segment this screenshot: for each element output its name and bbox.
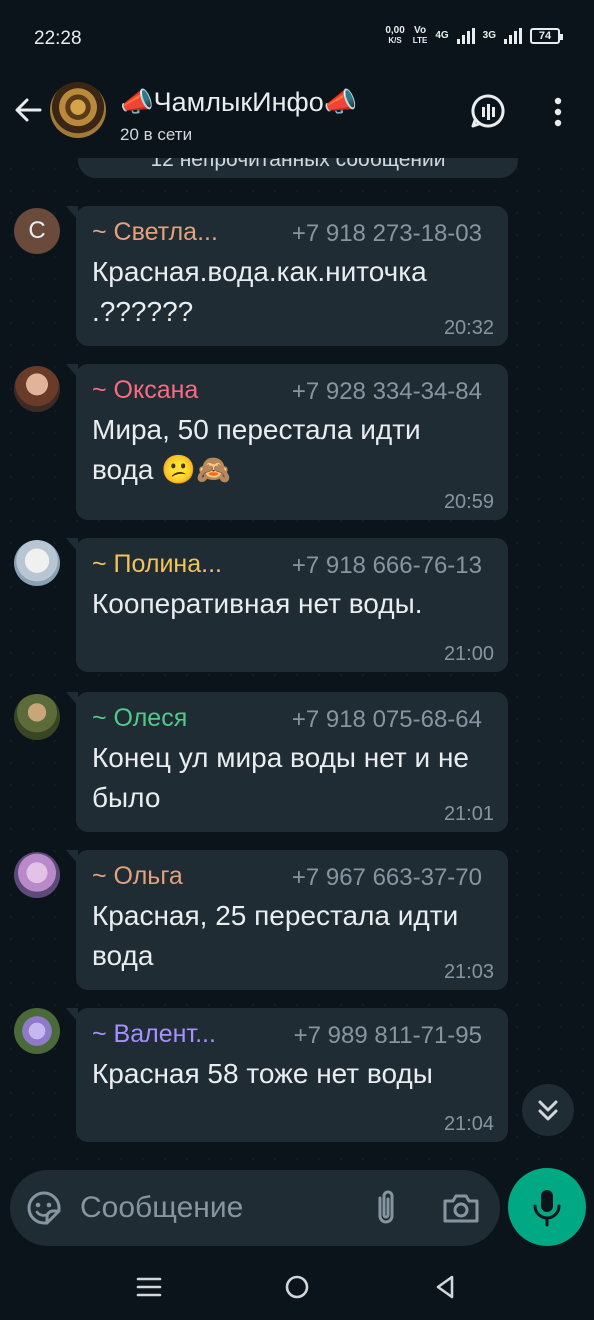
message-bubble[interactable]: ~ Полина... +7 918 666-76-13 Кооперативн… bbox=[66, 538, 508, 672]
more-options-icon[interactable] bbox=[540, 92, 580, 132]
volte-indicator: Vo LTE bbox=[412, 25, 428, 46]
system-nav-bar bbox=[0, 1252, 594, 1320]
signal-icon-2 bbox=[504, 28, 522, 44]
back-button[interactable] bbox=[428, 1270, 462, 1304]
message-time: 21:03 bbox=[443, 961, 494, 983]
unread-messages-banner: 12 непрочитанных сообщений bbox=[78, 158, 518, 178]
sender-phone: +7 989 811-71-95 bbox=[293, 1022, 482, 1049]
paperclip-icon[interactable] bbox=[366, 1186, 406, 1230]
battery-icon: 74 bbox=[530, 28, 563, 44]
network-speed: 0,00 K/S bbox=[385, 25, 405, 46]
message-text: Красная, 25 перестала идти вода bbox=[92, 900, 459, 971]
message-composer bbox=[10, 1170, 500, 1246]
emoji-sticker-icon[interactable] bbox=[24, 1188, 64, 1228]
sender-phone: +7 918 273-18-03 bbox=[291, 220, 482, 247]
message-text: Конец ул мира воды нет и не было bbox=[92, 742, 469, 813]
status-time: 22:28 bbox=[34, 28, 82, 49]
double-chevron-down-icon bbox=[538, 1100, 558, 1121]
message-time: 21:01 bbox=[443, 803, 494, 825]
home-circle-icon bbox=[285, 1275, 309, 1299]
message-bubble[interactable]: ~ Светла... +7 918 273-18-03 Красная.вод… bbox=[66, 206, 508, 346]
chat-subtitle: 20 в сети bbox=[120, 125, 193, 144]
signal-icon bbox=[456, 28, 475, 44]
back-arrow-icon[interactable] bbox=[12, 94, 44, 126]
message-text: Мира, 50 перестала идти вода 😕🙈 bbox=[92, 414, 421, 485]
message-time: 21:00 bbox=[443, 643, 494, 665]
sender-name[interactable]: ~ Ольга bbox=[92, 862, 183, 891]
group-avatar[interactable] bbox=[50, 82, 106, 138]
message-input[interactable] bbox=[80, 1188, 360, 1228]
sender-phone: +7 918 666-76-13 bbox=[291, 552, 482, 579]
battery-level: 74 bbox=[538, 30, 552, 42]
message-text: Красная 58 тоже нет воды bbox=[92, 1058, 433, 1089]
sender-name[interactable]: ~ Валент... bbox=[92, 1020, 216, 1049]
sender-name[interactable]: ~ Олеся bbox=[92, 704, 187, 733]
message-text: Кооперативная нет воды. bbox=[92, 588, 423, 619]
sender-phone: +7 918 075-68-64 bbox=[291, 706, 482, 733]
message-time: 21:04 bbox=[443, 1113, 494, 1135]
chat-header: 📣ЧамлыкИнфо📣 20 в сети bbox=[0, 78, 594, 158]
message-bubble[interactable]: ~ Ольга +7 967 663-37-70 Красная, 25 пер… bbox=[66, 850, 508, 990]
message-bubble[interactable]: ~ Оксана +7 928 334-34-84 Мира, 50 перес… bbox=[66, 364, 508, 520]
sender-name[interactable]: ~ Оксана bbox=[92, 376, 198, 405]
network-type-3g: 3G bbox=[482, 30, 496, 41]
scroll-to-bottom-button[interactable] bbox=[522, 1084, 574, 1136]
recent-apps-button[interactable] bbox=[132, 1270, 166, 1304]
message-bubble[interactable]: ~ Валент... +7 989 811-71-95 Красная 58 … bbox=[66, 1008, 508, 1142]
sender-name[interactable]: ~ Полина... bbox=[92, 550, 222, 579]
status-icons: 0,00 K/S Vo LTE 4G 3G 74 bbox=[385, 25, 563, 46]
sender-avatar[interactable] bbox=[14, 694, 60, 740]
chat-title[interactable]: 📣ЧамлыкИнфо📣 bbox=[120, 86, 357, 118]
status-bar: 22:28 0,00 K/S Vo LTE 4G 3G 74 bbox=[0, 0, 594, 78]
sender-avatar[interactable] bbox=[14, 852, 60, 898]
home-button[interactable] bbox=[280, 1270, 314, 1304]
sender-phone: +7 967 663-37-70 bbox=[291, 864, 482, 891]
voice-chat-button[interactable] bbox=[468, 92, 508, 132]
sender-avatar[interactable]: С bbox=[14, 208, 60, 254]
message-time: 20:59 bbox=[443, 491, 494, 513]
network-type-4g: 4G bbox=[435, 30, 449, 41]
sender-name[interactable]: ~ Светла... bbox=[92, 218, 218, 247]
chat-area[interactable]: 12 непрочитанных сообщений С ~ Светла...… bbox=[0, 158, 594, 1162]
sender-avatar[interactable] bbox=[14, 366, 60, 412]
camera-icon[interactable] bbox=[440, 1188, 482, 1228]
sender-phone: +7 928 334-34-84 bbox=[291, 378, 482, 405]
back-triangle-icon bbox=[436, 1275, 454, 1299]
sender-avatar[interactable] bbox=[14, 540, 60, 586]
sender-avatar[interactable] bbox=[14, 1008, 60, 1054]
message-time: 20:32 bbox=[443, 317, 494, 339]
message-bubble[interactable]: ~ Олеся +7 918 075-68-64 Конец ул мира в… bbox=[66, 692, 508, 832]
message-text: Красная.вода.как.ниточка .?????? bbox=[92, 256, 427, 327]
microphone-icon bbox=[533, 1190, 561, 1227]
microphone-button[interactable] bbox=[508, 1168, 586, 1246]
menu-lines-icon bbox=[136, 1277, 162, 1297]
